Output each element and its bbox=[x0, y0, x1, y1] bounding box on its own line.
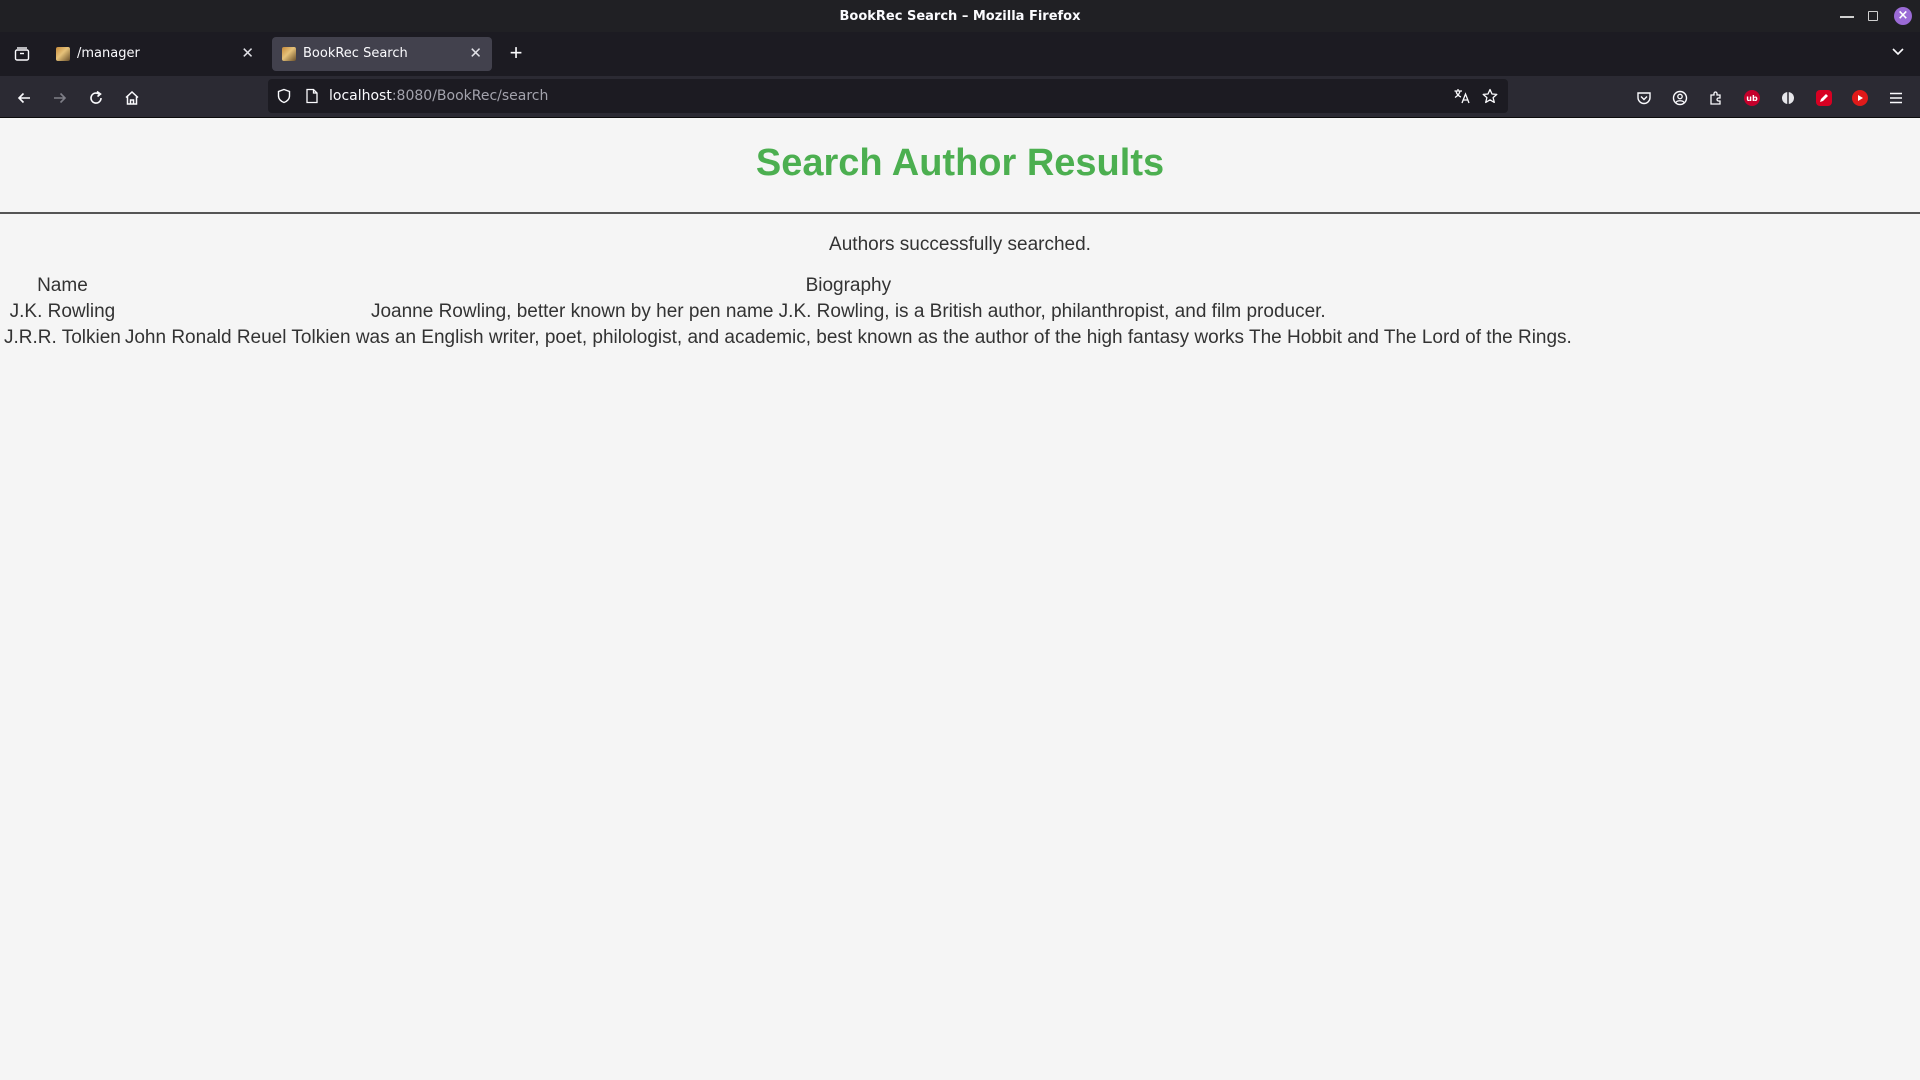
account-button[interactable] bbox=[1666, 84, 1694, 112]
page-info-icon[interactable] bbox=[302, 86, 322, 106]
extension-button-2[interactable] bbox=[1774, 84, 1802, 112]
close-tab-icon[interactable]: ✕ bbox=[469, 44, 482, 62]
tab-label: BookRec Search bbox=[303, 46, 408, 61]
hamburger-menu-icon bbox=[1890, 92, 1902, 104]
tracking-protection-shield-icon[interactable] bbox=[274, 86, 294, 106]
maximize-button[interactable] bbox=[1868, 11, 1878, 21]
ublock-origin-button[interactable]: ub bbox=[1738, 84, 1766, 112]
column-header-name: Name bbox=[37, 275, 88, 296]
pen-extension-icon bbox=[1816, 90, 1832, 106]
author-biography-cell: John Ronald Reuel Tolkien was an English… bbox=[124, 327, 1572, 348]
url-host: localhost bbox=[329, 88, 392, 104]
navigation-toolbar: localhost:8080/BookRec/search ub bbox=[0, 76, 1920, 118]
extension-icon bbox=[1782, 92, 1794, 104]
page-content: Search Author Results Authors successful… bbox=[0, 118, 1920, 1080]
forward-button[interactable] bbox=[46, 84, 74, 112]
close-window-button[interactable]: × bbox=[1894, 7, 1912, 25]
author-name-cell: J.K. Rowling bbox=[9, 301, 116, 322]
column-header-biography: Biography bbox=[805, 275, 892, 296]
minimize-button[interactable] bbox=[1840, 16, 1854, 18]
home-icon bbox=[125, 90, 139, 105]
pocket-icon bbox=[1637, 92, 1651, 105]
reload-button[interactable] bbox=[82, 84, 110, 112]
window-titlebar: BookRec Search – Mozilla Firefox × bbox=[0, 0, 1920, 32]
list-all-tabs-button[interactable] bbox=[1888, 44, 1908, 64]
ublock-origin-icon: ub bbox=[1744, 90, 1760, 106]
bookmark-star-icon[interactable] bbox=[1480, 86, 1500, 106]
pocket-button[interactable] bbox=[1630, 84, 1658, 112]
tab-list-icon bbox=[14, 47, 30, 61]
puzzle-piece-icon bbox=[1710, 91, 1721, 105]
app-menu-button[interactable] bbox=[1882, 84, 1910, 112]
back-arrow-icon bbox=[17, 92, 30, 104]
reload-icon bbox=[90, 90, 102, 104]
author-biography-cell: Joanne Rowling, better known by her pen … bbox=[370, 301, 1326, 322]
status-message: Authors successfully searched. bbox=[829, 234, 1091, 255]
tab-favicon-icon bbox=[56, 47, 70, 61]
url-text[interactable]: localhost:8080/BookRec/search bbox=[329, 88, 548, 104]
tab-bookrec-search[interactable]: BookRec Search ✕ bbox=[272, 37, 492, 71]
new-tab-button[interactable]: + bbox=[504, 42, 528, 66]
home-button[interactable] bbox=[118, 84, 146, 112]
window-title: BookRec Search – Mozilla Firefox bbox=[839, 8, 1081, 24]
page-title: Search Author Results bbox=[755, 142, 1165, 184]
table-row: J.K. Rowling Joanne Rowling, better know… bbox=[3, 300, 1573, 324]
author-name-cell: J.R.R. Tolkien bbox=[4, 327, 121, 348]
forward-arrow-icon bbox=[54, 92, 67, 104]
account-icon bbox=[1672, 90, 1688, 106]
tab-favicon-icon bbox=[282, 47, 296, 61]
tab-manager[interactable]: /manager ✕ bbox=[46, 37, 264, 71]
extension-button-3[interactable] bbox=[1810, 84, 1838, 112]
youtube-extension-button[interactable] bbox=[1846, 84, 1874, 112]
tab-label: /manager bbox=[77, 46, 140, 61]
back-button[interactable] bbox=[10, 84, 38, 112]
url-path: :8080/BookRec/search bbox=[391, 88, 549, 104]
extensions-button[interactable] bbox=[1702, 84, 1730, 112]
tab-bar: /manager ✕ BookRec Search ✕ + bbox=[0, 32, 1920, 76]
table-header-row: Name Biography bbox=[3, 274, 1573, 298]
table-row: J.R.R. Tolkien John Ronald Reuel Tolkien… bbox=[3, 326, 1573, 350]
authors-table: Name Biography J.K. Rowling Joanne Rowli… bbox=[1, 272, 1575, 352]
url-bar[interactable]: localhost:8080/BookRec/search bbox=[268, 79, 1508, 113]
youtube-icon bbox=[1852, 90, 1868, 106]
chevron-down-icon bbox=[1892, 48, 1904, 56]
divider bbox=[0, 212, 1920, 214]
translate-icon[interactable] bbox=[1452, 86, 1472, 106]
firefox-view-button[interactable] bbox=[8, 40, 36, 68]
close-tab-icon[interactable]: ✕ bbox=[241, 44, 254, 62]
